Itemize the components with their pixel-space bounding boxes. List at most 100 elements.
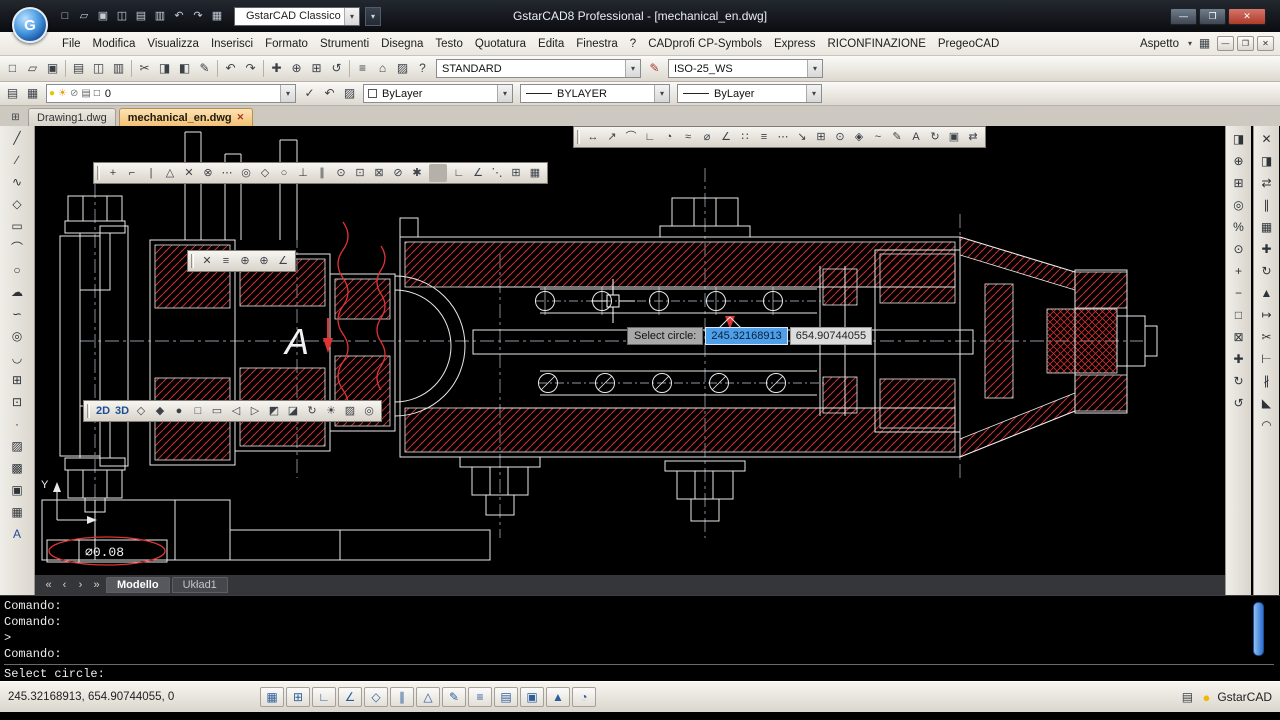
toolbar-grip[interactable] — [87, 404, 90, 418]
trim-icon[interactable]: ✂ — [1257, 326, 1276, 348]
snap-none-icon[interactable]: ⊘ — [389, 164, 407, 182]
dynamic-input-y-field[interactable]: 654.90744055 — [789, 327, 873, 345]
tolerance-icon[interactable]: ⊞ — [812, 128, 830, 146]
layer-states-icon[interactable]: ▨ — [340, 84, 359, 103]
model-toggle[interactable]: ▣ — [520, 687, 544, 707]
snap-from-icon[interactable]: ⌐ — [123, 164, 141, 182]
chevron-down-icon[interactable]: ▾ — [807, 60, 822, 77]
dim-radius-icon[interactable]: ◔ — [660, 128, 678, 146]
quick-dim-icon[interactable]: ∷ — [736, 128, 754, 146]
orbit-icon[interactable]: ↻ — [1229, 370, 1248, 392]
toolbar-grip[interactable] — [97, 166, 100, 180]
qat-save-icon[interactable]: ▣ — [94, 7, 112, 25]
zoom-previous-icon[interactable]: ↺ — [327, 59, 346, 78]
menu-modifica[interactable]: Modifica — [87, 35, 142, 53]
color-combo[interactable]: ByLayer ▾ — [363, 84, 513, 103]
polyline-icon[interactable]: ∿ — [4, 171, 30, 193]
menu-inserisci[interactable]: Inserisci — [205, 35, 259, 53]
doc-minimize-button[interactable]: — — [1217, 36, 1234, 51]
ellipse-arc-icon[interactable]: ◡ — [4, 347, 30, 369]
grid-toggle[interactable]: ⊞ — [286, 687, 310, 707]
multiline-text-icon[interactable]: A — [4, 523, 30, 545]
copy-object-icon[interactable]: ◨ — [1257, 150, 1276, 172]
layer-properties-icon[interactable]: ▤ — [3, 84, 22, 103]
menu-file[interactable]: File — [56, 35, 87, 53]
save-icon[interactable]: ▣ — [43, 59, 62, 78]
menu-formato[interactable]: Formato — [259, 35, 314, 53]
line-tool-icon[interactable]: ╱ — [4, 127, 30, 149]
tab-close-icon[interactable]: ✕ — [237, 112, 245, 123]
annot-visibility-toggle[interactable]: ▲ — [546, 687, 570, 707]
dim-diameter-icon[interactable]: ⌀ — [698, 128, 716, 146]
layout-prev-icon[interactable]: ‹ — [57, 579, 72, 591]
dim-style-icon[interactable]: ▣ — [945, 128, 963, 146]
tab-uklad1[interactable]: Układ1 — [171, 577, 228, 593]
center-mark-icon[interactable]: ⊙ — [831, 128, 849, 146]
help-icon[interactable]: ? — [413, 59, 432, 78]
break-icon[interactable]: ∦ — [1257, 370, 1276, 392]
menu-finestra[interactable]: Finestra — [570, 35, 624, 53]
minimize-button[interactable]: — — [1170, 7, 1197, 25]
qp-toggle[interactable]: ▤ — [494, 687, 518, 707]
draw-order-icon[interactable]: ◨ — [1229, 128, 1248, 150]
quick-leader-icon[interactable]: ↘ — [793, 128, 811, 146]
rotate-icon[interactable]: ↻ — [1257, 260, 1276, 282]
zoom-realtime-icon[interactable]: ⊕ — [287, 59, 306, 78]
dyn-toggle[interactable]: ✎ — [442, 687, 466, 707]
bulb-icon[interactable]: ● — [1202, 690, 1210, 705]
chevron-down-icon[interactable]: ▾ — [1188, 39, 1192, 48]
distance-icon[interactable]: ⊕ — [255, 252, 273, 270]
menu-pregeocad[interactable]: PregeoCAD — [932, 35, 1005, 53]
revision-cloud-icon[interactable]: ☁ — [4, 281, 30, 303]
ortho-icon[interactable]: ∟ — [450, 164, 468, 182]
circle-icon[interactable]: ○ — [4, 259, 30, 281]
camera-icon[interactable]: ◎ — [360, 402, 378, 420]
snap-parallel-icon[interactable]: ∥ — [313, 164, 331, 182]
construction-line-icon[interactable]: ∕ — [4, 149, 30, 171]
realistic-icon[interactable]: ● — [170, 402, 188, 420]
dim-text-edit-icon[interactable]: A — [907, 128, 925, 146]
pan-icon[interactable]: ✚ — [267, 59, 286, 78]
region-icon[interactable]: ▣ — [4, 479, 30, 501]
hatch-icon[interactable]: ▨ — [4, 435, 30, 457]
snap-midpoint-icon[interactable]: △ — [161, 164, 179, 182]
view-2d-icon[interactable]: 2D — [94, 402, 112, 420]
render-icon[interactable]: ▨ — [341, 402, 359, 420]
match-properties-icon[interactable]: ✎ — [195, 59, 214, 78]
dynamic-input-x-field[interactable]: 245.32168913 — [705, 327, 788, 345]
layout-last-icon[interactable]: » — [89, 579, 104, 591]
dim-baseline-icon[interactable]: ≡ — [755, 128, 773, 146]
properties-icon[interactable]: ≡ — [353, 59, 372, 78]
lwt-toggle[interactable]: ≡ — [468, 687, 492, 707]
lineweight-combo[interactable]: ByLayer ▾ — [677, 84, 822, 103]
view-front-icon[interactable]: ▭ — [208, 402, 226, 420]
tab-modello[interactable]: Modello — [106, 577, 170, 593]
menu-edita[interactable]: Edita — [532, 35, 570, 53]
snap-extension-icon[interactable]: ⋯ — [218, 164, 236, 182]
rectangle-icon[interactable]: ▭ — [4, 215, 30, 237]
qat-plot-icon[interactable]: ▤ — [132, 7, 150, 25]
qat-open-icon[interactable]: ▱ — [75, 7, 93, 25]
snap-tangent-icon[interactable]: ○ — [275, 164, 293, 182]
menu-cadprofi-cp-symbols[interactable]: CADprofi CP-Symbols — [642, 35, 768, 53]
doc-close-button[interactable]: ✕ — [1257, 36, 1274, 51]
point-icon[interactable]: · — [4, 413, 30, 435]
qat-redo-icon[interactable]: ↷ — [189, 7, 207, 25]
chevron-down-icon[interactable]: ▾ — [654, 85, 669, 102]
osnap-off-icon[interactable]: ✕ — [198, 252, 216, 270]
snap-perpendicular-icon[interactable]: ⊥ — [294, 164, 312, 182]
command-scrollbar[interactable] — [1253, 602, 1264, 656]
extend-icon[interactable]: ⊢ — [1257, 348, 1276, 370]
move-icon[interactable]: ✚ — [1257, 238, 1276, 260]
temp-track-icon[interactable]: + — [104, 164, 122, 182]
menu-aspetto[interactable]: Aspetto — [1134, 35, 1185, 53]
dim-jogline-icon[interactable]: ~ — [869, 128, 887, 146]
polar-toggle[interactable]: ∠ — [338, 687, 362, 707]
qat-workspace-icon[interactable]: ▦ — [208, 7, 226, 25]
erase-icon[interactable]: ✕ — [1257, 128, 1276, 150]
dim-arc-length-icon[interactable]: ⌒ — [622, 128, 640, 146]
plot-notify-icon[interactable]: ▤ — [1179, 688, 1195, 707]
redraw-icon[interactable]: ↺ — [1229, 392, 1248, 414]
fillet-icon[interactable]: ◠ — [1257, 414, 1276, 436]
array-icon[interactable]: ▦ — [1257, 216, 1276, 238]
